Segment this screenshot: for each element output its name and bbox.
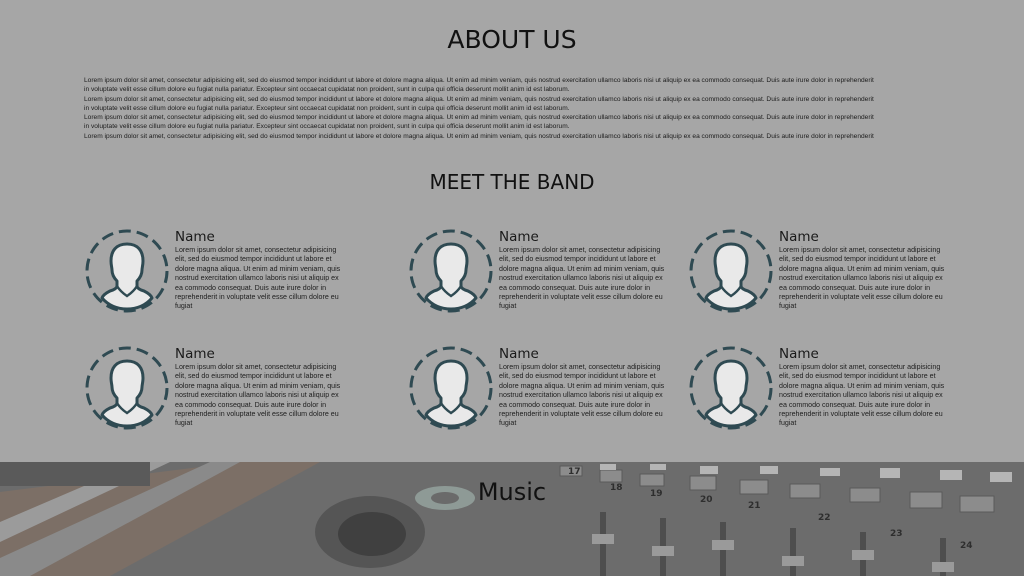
channel-number: 23 bbox=[890, 529, 903, 539]
meet-the-band-heading: MEET THE BAND bbox=[429, 170, 595, 194]
about-line: in voluptate velit esse cillum dolore eu… bbox=[84, 86, 570, 94]
user-avatar-icon bbox=[408, 345, 494, 431]
member-bio: Lorem ipsum dolor sit amet, consectetur … bbox=[175, 363, 341, 428]
band-member-card: Name Lorem ipsum dolor sit amet, consect… bbox=[408, 345, 688, 445]
about-us-text: Lorem ipsum dolor sit amet, consectetur … bbox=[84, 76, 940, 141]
channel-number: 24 bbox=[960, 541, 973, 551]
member-name: Name bbox=[779, 346, 819, 362]
member-bio: Lorem ipsum dolor sit amet, consectetur … bbox=[499, 246, 665, 311]
user-avatar-icon bbox=[84, 228, 170, 314]
member-name: Name bbox=[499, 346, 539, 362]
user-avatar-icon bbox=[84, 345, 170, 431]
member-name: Name bbox=[499, 229, 539, 245]
music-heading: Music bbox=[477, 478, 547, 506]
user-avatar-icon bbox=[688, 345, 774, 431]
about-line: Lorem ipsum dolor sit amet, consectetur … bbox=[84, 95, 874, 103]
user-avatar-icon bbox=[408, 228, 494, 314]
member-bio: Lorem ipsum dolor sit amet, consectetur … bbox=[175, 246, 341, 311]
about-line: in voluptate velit esse cillum dolore eu… bbox=[84, 104, 570, 112]
band-member-card: Name Lorem ipsum dolor sit amet, consect… bbox=[408, 228, 688, 328]
channel-number: 22 bbox=[818, 513, 831, 523]
about-line: Lorem ipsum dolor sit amet, consectetur … bbox=[84, 114, 874, 122]
about-us-heading: ABOUT US bbox=[447, 25, 577, 54]
member-name: Name bbox=[779, 229, 819, 245]
band-member-card: Name Lorem ipsum dolor sit amet, consect… bbox=[688, 228, 968, 328]
member-name: Name bbox=[175, 346, 215, 362]
member-bio: Lorem ipsum dolor sit amet, consectetur … bbox=[779, 246, 945, 311]
band-member-card: Name Lorem ipsum dolor sit amet, consect… bbox=[84, 345, 364, 445]
about-line: Lorem ipsum dolor sit amet, consectetur … bbox=[84, 132, 874, 140]
member-bio: Lorem ipsum dolor sit amet, consectetur … bbox=[779, 363, 945, 428]
member-bio: Lorem ipsum dolor sit amet, consectetur … bbox=[499, 363, 665, 428]
band-member-card: Name Lorem ipsum dolor sit amet, consect… bbox=[688, 345, 968, 445]
about-line: Lorem ipsum dolor sit amet, consectetur … bbox=[84, 77, 874, 84]
member-name: Name bbox=[175, 229, 215, 245]
user-avatar-icon bbox=[688, 228, 774, 314]
band-member-card: Name Lorem ipsum dolor sit amet, consect… bbox=[84, 228, 364, 328]
about-line: in voluptate velit esse cillum dolore eu… bbox=[84, 123, 570, 131]
